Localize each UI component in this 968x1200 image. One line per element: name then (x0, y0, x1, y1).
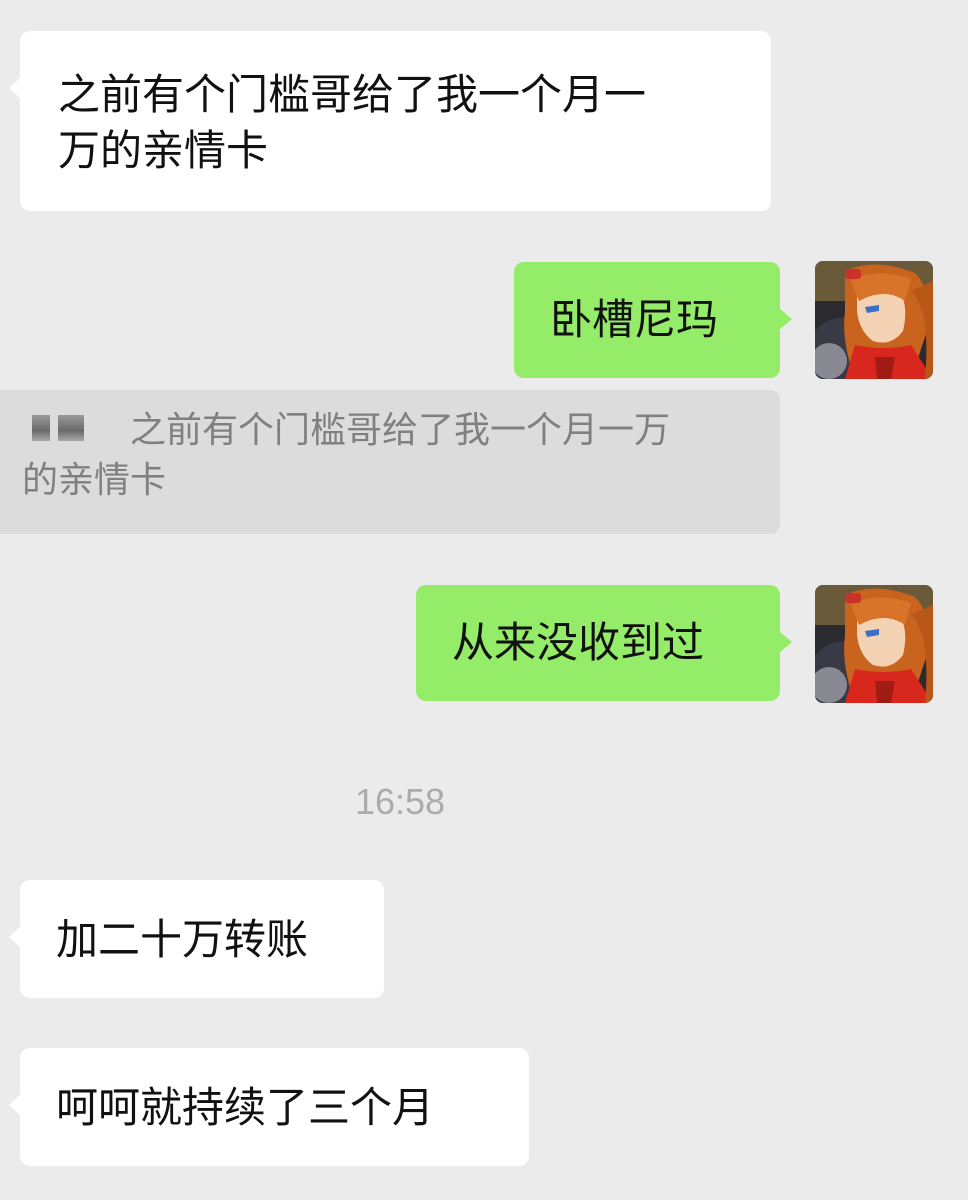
chat-message-list[interactable]: 之前有个门槛哥给了我一个月一 万的亲情卡 卧槽尼玛 之前有个门槛哥给了我一个月一… (0, 0, 968, 1200)
quoted-text-line: 的亲情卡 (22, 460, 167, 501)
message-text-line: 万的亲情卡 (58, 126, 269, 175)
timestamp: 16:58 (354, 781, 446, 822)
message-text: 加二十万转账 (56, 915, 309, 964)
incoming-message-bubble[interactable]: 之前有个门槛哥给了我一个月一 万的亲情卡 (9, 31, 771, 211)
quoted-text-line: 之前有个门槛哥给了我一个月一万 (130, 410, 671, 451)
anime-avatar-icon (815, 585, 933, 703)
outgoing-message-bubble[interactable]: 卧槽尼玛 (514, 262, 792, 378)
message-text: 从来没收到过 (452, 618, 705, 667)
user-avatar[interactable] (815, 585, 933, 703)
message-text-line: 之前有个门槛哥给了我一个月一 (58, 70, 647, 119)
user-avatar[interactable] (815, 261, 933, 379)
incoming-message-bubble[interactable]: 加二十万转账 (9, 880, 384, 998)
quoted-message[interactable]: 之前有个门槛哥给了我一个月一万 的亲情卡 (0, 390, 780, 534)
outgoing-message-bubble[interactable]: 从来没收到过 (416, 585, 792, 701)
anime-avatar-icon (815, 261, 933, 379)
blurred-sender-name (22, 415, 88, 441)
incoming-message-bubble[interactable]: 呵呵就持续了三个月 (9, 1048, 529, 1166)
message-text: 呵呵就持续了三个月 (56, 1083, 435, 1132)
message-text: 卧槽尼玛 (550, 295, 719, 344)
